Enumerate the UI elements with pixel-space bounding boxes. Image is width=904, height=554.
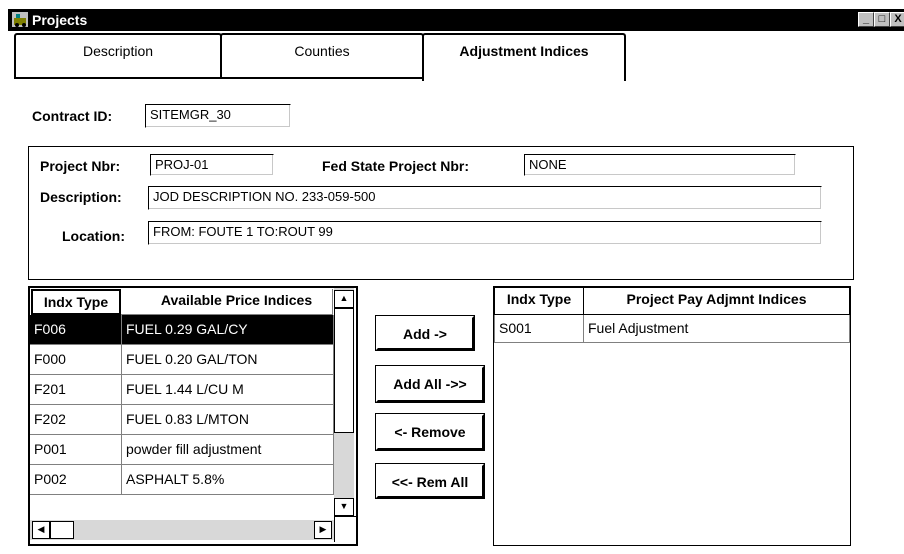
pay-adjmnt-index-cell: Fuel Adjustment — [584, 315, 850, 343]
table-row[interactable]: F000 FUEL 0.20 GAL/TON — [30, 345, 334, 375]
description-label: Description: — [40, 189, 122, 205]
horizontal-scroll-thumb[interactable] — [50, 521, 74, 539]
window-title: Projects — [32, 12, 88, 28]
maximize-button[interactable]: □ — [874, 12, 890, 27]
add-all-button[interactable]: Add All ->> — [375, 365, 485, 403]
available-col-indx-type[interactable]: Indx Type — [31, 289, 121, 315]
project-indices-grid[interactable]: Indx Type Project Pay Adjmnt Indices S00… — [493, 286, 851, 546]
indx-type-cell: S001 — [494, 315, 584, 343]
table-row[interactable]: P002 ASPHALT 5.8% — [30, 465, 334, 495]
tab-adjustment-indices[interactable]: Adjustment Indices — [422, 33, 626, 81]
indx-type-cell: F202 — [30, 405, 122, 435]
table-row[interactable]: S001 Fuel Adjustment — [494, 315, 850, 343]
table-row[interactable]: P001 powder fill adjustment — [30, 435, 334, 465]
add-button-label: Add -> — [403, 326, 447, 342]
price-index-cell: ASPHALT 5.8% — [122, 465, 334, 495]
available-indices-grid[interactable]: Indx Type Available Price Indices F006 F… — [28, 286, 358, 546]
fed-state-project-nbr-label: Fed State Project Nbr: — [322, 158, 470, 174]
description-field[interactable]: JOD DESCRIPTION NO. 233-059-500 — [148, 186, 822, 210]
vertical-scroll-thumb[interactable] — [334, 308, 354, 433]
table-row[interactable]: F202 FUEL 0.83 L/MTON — [30, 405, 334, 435]
project-nbr-field[interactable]: PROJ-01 — [150, 154, 274, 176]
price-index-cell: FUEL 0.83 L/MTON — [122, 405, 334, 435]
price-index-cell: powder fill adjustment — [122, 435, 334, 465]
remove-all-button[interactable]: <<- Rem All — [375, 463, 485, 499]
location-field[interactable]: FROM: FOUTE 1 TO:ROUT 99 — [148, 221, 822, 245]
indx-type-cell: P002 — [30, 465, 122, 495]
scroll-right-icon[interactable]: ▶ — [314, 521, 332, 539]
vertical-scrollbar[interactable]: ▲ ▼ — [334, 288, 354, 516]
close-button[interactable]: X — [890, 12, 904, 27]
projects-app-icon — [12, 12, 28, 27]
indx-type-cell: F000 — [30, 345, 122, 375]
minimize-button[interactable]: _ — [858, 12, 874, 27]
window-titlebar[interactable]: Projects _ □ X — [8, 9, 904, 31]
table-row[interactable]: F006 FUEL 0.29 GAL/CY — [30, 315, 334, 345]
tab-description[interactable]: Description — [14, 33, 222, 79]
add-all-button-label: Add All ->> — [393, 376, 467, 392]
remove-button-label: <- Remove — [394, 424, 466, 440]
table-row[interactable]: F201 FUEL 1.44 L/CU M — [30, 375, 334, 405]
project-col-indx-type[interactable]: Indx Type — [494, 287, 584, 315]
horizontal-scrollbar[interactable]: ◀ ▶ — [30, 520, 334, 540]
price-index-cell: FUEL 0.29 GAL/CY — [122, 315, 334, 345]
location-label: Location: — [62, 228, 125, 244]
scroll-left-icon[interactable]: ◀ — [32, 521, 50, 539]
indx-type-cell: F201 — [30, 375, 122, 405]
indx-type-cell: F006 — [30, 315, 122, 345]
fed-state-project-nbr-field[interactable]: NONE — [524, 154, 796, 176]
add-button[interactable]: Add -> — [375, 315, 475, 351]
contract-id-field[interactable]: SITEMGR_30 — [145, 104, 291, 128]
project-col-pay-adjmnt-indices[interactable]: Project Pay Adjmnt Indices — [584, 287, 850, 315]
scroll-down-icon[interactable]: ▼ — [334, 498, 354, 516]
scroll-up-icon[interactable]: ▲ — [334, 290, 354, 308]
available-col-price-indices[interactable]: Available Price Indices — [121, 289, 333, 315]
contract-id-label: Contract ID: — [32, 108, 113, 124]
project-nbr-label: Project Nbr: — [40, 158, 121, 174]
scroll-corner — [334, 516, 356, 542]
price-index-cell: FUEL 1.44 L/CU M — [122, 375, 334, 405]
indx-type-cell: P001 — [30, 435, 122, 465]
remove-button[interactable]: <- Remove — [375, 413, 485, 451]
price-index-cell: FUEL 0.20 GAL/TON — [122, 345, 334, 375]
remove-all-button-label: <<- Rem All — [391, 474, 469, 490]
tab-counties[interactable]: Counties — [220, 33, 424, 79]
